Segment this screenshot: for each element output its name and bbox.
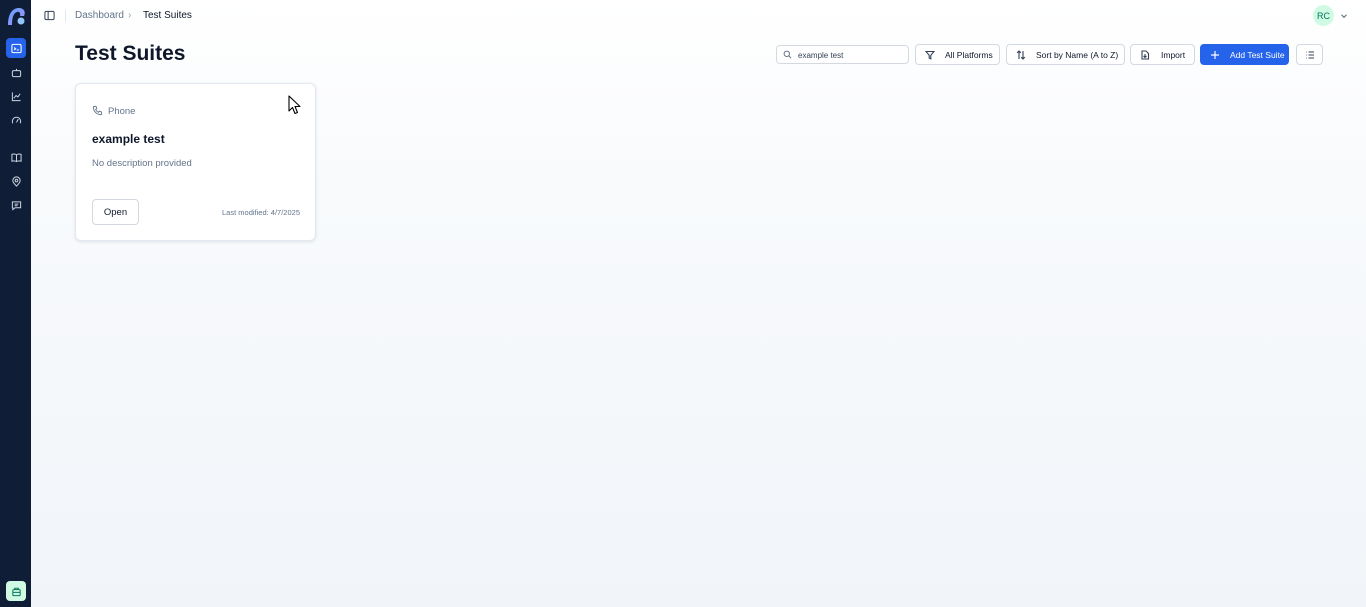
search-box[interactable] — [776, 45, 909, 64]
sort-arrows-icon — [1016, 50, 1026, 60]
top-bar: Dashboard › Test Suites RC — [31, 0, 1366, 32]
suite-description: No description provided — [92, 158, 192, 169]
app-logo-icon[interactable] — [5, 5, 27, 27]
list-icon — [1306, 51, 1314, 59]
book-icon — [10, 152, 22, 162]
breadcrumb-dashboard[interactable]: Dashboard — [75, 10, 124, 21]
package-icon — [11, 587, 21, 596]
platform-filter-button[interactable]: All Platforms — [915, 44, 1000, 65]
page-title: Test Suites — [75, 42, 186, 65]
import-button[interactable]: Import — [1130, 44, 1195, 65]
open-suite-button[interactable]: Open — [92, 199, 139, 225]
sidebar-item-bots[interactable] — [6, 62, 26, 82]
suite-name: example test — [92, 132, 165, 146]
add-test-suite-button[interactable]: Add Test Suite — [1200, 44, 1289, 65]
sidebar-item-analytics[interactable] — [6, 86, 26, 106]
suite-last-modified: Last modified: 4/7/2025 — [222, 208, 300, 217]
message-icon — [11, 200, 21, 211]
sort-label: Sort by Name (A to Z) — [1036, 50, 1119, 60]
chart-line-icon — [11, 91, 21, 101]
divider — [65, 10, 66, 22]
search-input[interactable] — [798, 48, 906, 62]
sidebar-bottom-button[interactable] — [6, 581, 26, 601]
sidebar — [0, 0, 31, 607]
sidebar-toggle-icon[interactable] — [44, 10, 55, 21]
mouse-cursor-icon — [288, 95, 301, 115]
suite-platform: Phone — [108, 106, 136, 117]
bot-icon — [11, 68, 21, 77]
avatar[interactable]: RC — [1313, 5, 1334, 26]
sidebar-item-docs[interactable] — [6, 147, 26, 167]
sidebar-item-feedback[interactable] — [6, 195, 26, 215]
plus-icon — [1211, 51, 1219, 59]
search-icon — [783, 50, 792, 59]
test-suites-icon — [10, 43, 22, 53]
sort-button[interactable]: Sort by Name (A to Z) — [1006, 44, 1125, 65]
test-suite-card[interactable]: Phone example test No description provid… — [75, 83, 316, 241]
file-import-icon — [1141, 50, 1150, 60]
platform-filter-label: All Platforms — [945, 50, 993, 60]
chevron-down-icon[interactable] — [1340, 12, 1348, 20]
add-test-suite-label: Add Test Suite — [1230, 50, 1285, 60]
filter-icon — [925, 50, 935, 60]
sidebar-item-test-suites[interactable] — [6, 38, 26, 58]
import-label: Import — [1161, 50, 1186, 60]
breadcrumb-current: Test Suites — [143, 10, 192, 21]
phone-icon — [92, 105, 103, 116]
chevron-right-icon: › — [128, 10, 132, 21]
sidebar-item-performance[interactable] — [6, 110, 26, 130]
list-view-button[interactable] — [1296, 44, 1323, 65]
gauge-icon — [11, 116, 21, 123]
map-pin-icon — [11, 175, 21, 187]
sidebar-item-locations[interactable] — [6, 171, 26, 191]
